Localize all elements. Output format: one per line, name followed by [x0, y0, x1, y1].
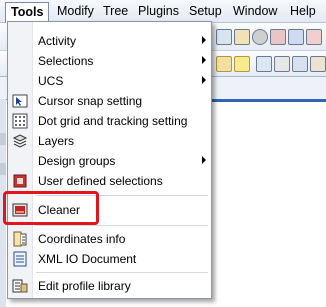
menu-item-label: Layers	[38, 134, 75, 148]
menu-modify[interactable]: Modify	[55, 3, 96, 19]
menu-item-ucs[interactable]: UCS	[8, 71, 211, 91]
menu-item-label: XML IO Document	[38, 252, 137, 266]
menu-tools[interactable]: Tools	[5, 2, 50, 23]
menu-item-layers[interactable]: Layers	[8, 131, 211, 151]
tools-dropdown-menu: Activity Selections UCS Cursor snap sett…	[7, 21, 212, 299]
panel-tab[interactable]	[0, 163, 6, 175]
tool-icon[interactable]	[306, 29, 322, 45]
coordinates-info-icon	[13, 231, 27, 247]
menu-item-activity[interactable]: Activity	[8, 31, 211, 51]
tool-icon[interactable]	[234, 29, 250, 45]
tool-icon[interactable]	[310, 56, 326, 72]
menu-item-design-groups[interactable]: Design groups	[8, 151, 211, 171]
profile-library-icon	[12, 279, 28, 293]
tool-icon[interactable]	[274, 56, 290, 72]
submenu-arrow-icon	[202, 56, 206, 64]
panel-tab[interactable]	[0, 133, 6, 145]
tool-icon[interactable]	[288, 29, 304, 45]
menu-help[interactable]: Help	[288, 3, 318, 19]
menu-item-label: Edit profile library	[38, 279, 131, 293]
tool-icon[interactable]	[292, 56, 308, 72]
menu-item-dot-grid-setting[interactable]: Dot grid and tracking setting	[8, 111, 211, 131]
menu-item-cursor-snap-setting[interactable]: Cursor snap setting	[8, 91, 211, 111]
cursor-snap-icon	[12, 94, 28, 108]
tool-icon[interactable]	[256, 56, 272, 72]
menu-item-coordinates-info[interactable]: Coordinates info	[8, 229, 211, 249]
menu-item-xml-io-document[interactable]: XML IO Document	[8, 249, 211, 269]
menu-plugins[interactable]: Plugins	[136, 3, 181, 19]
menu-item-label: Coordinates info	[38, 232, 126, 246]
submenu-arrow-icon	[202, 156, 206, 164]
menu-bar: Tools Modify Tree Plugins Setup Window H…	[0, 0, 326, 23]
menu-item-label: UCS	[38, 74, 64, 88]
tool-icon[interactable]	[216, 29, 232, 45]
menu-item-label: Selections	[38, 54, 94, 68]
menu-item-label: Cursor snap setting	[38, 94, 143, 108]
tool-icon[interactable]	[234, 56, 250, 72]
menu-item-label: Dot grid and tracking setting	[38, 114, 188, 128]
layers-icon	[12, 134, 28, 148]
menu-item-user-defined-selections[interactable]: User defined selections	[8, 171, 211, 191]
menu-item-selections[interactable]: Selections	[8, 51, 211, 71]
submenu-arrow-icon	[202, 76, 206, 84]
dot-grid-icon	[12, 113, 28, 129]
tool-icon[interactable]	[252, 29, 268, 45]
menu-item-label: User defined selections	[38, 174, 163, 188]
menu-item-label: Design groups	[38, 154, 116, 168]
cleaner-highlight-box	[3, 191, 99, 225]
menu-tree[interactable]: Tree	[101, 3, 130, 19]
xml-document-icon	[13, 251, 27, 267]
menu-window[interactable]: Window	[231, 3, 279, 19]
menu-setup[interactable]: Setup	[187, 3, 224, 19]
user-selections-icon	[13, 174, 27, 188]
submenu-arrow-icon	[202, 36, 206, 44]
tool-icon[interactable]	[270, 29, 286, 45]
menu-separator	[36, 272, 208, 273]
menu-item-edit-profile-library[interactable]: Edit profile library	[8, 276, 211, 296]
menu-item-label: Activity	[38, 34, 77, 48]
menu-separator	[36, 225, 208, 226]
tool-icon[interactable]	[216, 56, 232, 72]
drawing-canvas[interactable]	[212, 99, 326, 307]
canvas-border	[212, 99, 326, 102]
